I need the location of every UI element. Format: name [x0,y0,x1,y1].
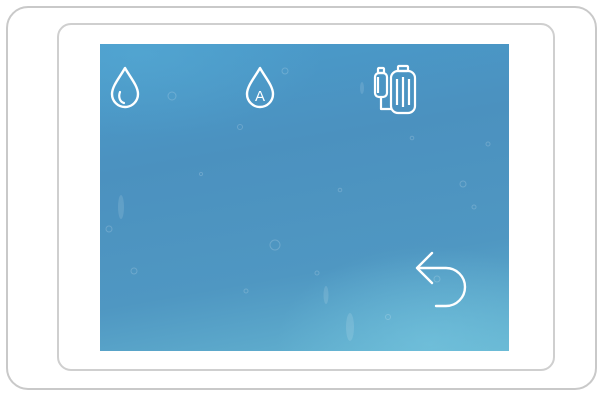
filter-cartridges-icon[interactable] [372,63,420,117]
drop-auto-icon[interactable]: A [244,65,276,109]
touch-screen: A [100,44,509,351]
drop-auto-letter: A [255,88,265,105]
back-arrow-icon[interactable] [406,242,476,308]
drop-icon[interactable] [109,65,141,109]
